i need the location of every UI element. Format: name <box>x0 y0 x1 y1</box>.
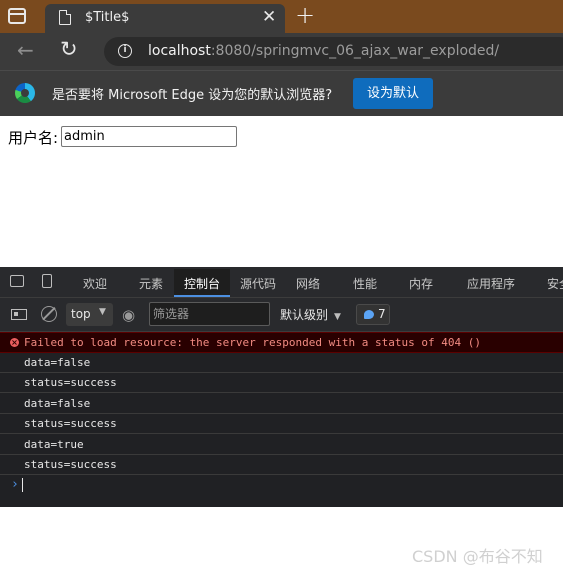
tab-title: $Title$ <box>85 10 130 25</box>
log-text: data=true <box>24 438 84 451</box>
console-log-row[interactable]: status=success <box>0 414 563 434</box>
context-select-value: top <box>71 307 91 321</box>
message-count-badge[interactable]: 7 <box>356 304 390 325</box>
message-count: 7 <box>378 307 386 321</box>
plus-icon[interactable]: + <box>295 3 315 27</box>
chevron-down-icon: ▼ <box>334 312 341 322</box>
inspect-icon[interactable] <box>10 275 24 287</box>
console-log-row[interactable]: status=success <box>0 373 563 393</box>
tab-sources[interactable]: 源代码 <box>240 275 276 292</box>
devtools-tab-bar: 欢迎 元素 控制台 源代码 网络 性能 内存 应用程序 安全 <box>0 267 563 298</box>
close-icon[interactable]: ✕ <box>262 7 276 27</box>
tab-security[interactable]: 安全 <box>547 275 563 292</box>
page-favicon-icon <box>59 10 71 25</box>
log-text: data=false <box>24 356 91 369</box>
url-host: localhost <box>148 43 211 59</box>
console-toolbar: top ▼ ◉ 筛选器 默认级别 ▼ 7 <box>0 298 563 332</box>
clear-console-icon[interactable] <box>41 306 57 322</box>
url-text[interactable]: localhost:8080/springmvc_06_ajax_war_exp… <box>148 43 499 59</box>
log-level-select[interactable]: 默认级别 ▼ <box>280 306 341 323</box>
error-icon: × <box>10 338 19 347</box>
tab-performance[interactable]: 性能 <box>353 275 377 292</box>
refresh-icon[interactable]: ↻ <box>60 37 78 61</box>
console-filter-input[interactable]: 筛选器 <box>149 302 270 326</box>
console-log-row[interactable]: status=success <box>0 455 563 475</box>
infobar-message: 是否要将 Microsoft Edge 设为您的默认浏览器? <box>52 88 333 103</box>
console-input-caret[interactable] <box>22 478 23 492</box>
username-label: 用户名: <box>8 129 59 147</box>
console-output: × Failed to load resource: the server re… <box>0 332 563 566</box>
tab-application[interactable]: 应用程序 <box>467 275 515 292</box>
edge-logo-icon <box>15 83 35 103</box>
info-icon[interactable]: i <box>118 44 132 58</box>
device-toolbar-icon[interactable] <box>42 274 52 288</box>
default-browser-infobar: 是否要将 Microsoft Edge 设为您的默认浏览器? 设为默认 <box>0 70 563 116</box>
devtools-panel: 欢迎 元素 控制台 源代码 网络 性能 内存 应用程序 安全 top ▼ ◉ 筛… <box>0 267 563 566</box>
error-message: Failed to load resource: the server resp… <box>24 336 481 349</box>
context-select[interactable]: top ▼ <box>66 303 113 326</box>
address-bar[interactable]: i localhost:8080/springmvc_06_ajax_war_e… <box>104 37 563 66</box>
username-input[interactable] <box>61 126 237 147</box>
tab-elements[interactable]: 元素 <box>139 275 163 292</box>
console-error-row[interactable]: × Failed to load resource: the server re… <box>0 332 563 353</box>
address-toolbar: ← ↻ i localhost:8080/springmvc_06_ajax_w… <box>0 33 563 70</box>
message-icon <box>364 310 374 319</box>
url-path: :8080/springmvc_06_ajax_war_exploded/ <box>210 43 500 59</box>
console-log-row[interactable]: data=true <box>0 435 563 455</box>
tab-strip: $Title$ ✕ + <box>0 0 563 33</box>
tab-welcome[interactable]: 欢迎 <box>83 275 107 292</box>
tab-actions-icon[interactable] <box>8 8 26 24</box>
tab-console[interactable]: 控制台 <box>184 275 220 292</box>
chevron-down-icon: ▼ <box>99 307 106 317</box>
log-text: data=false <box>24 397 91 410</box>
log-text: status=success <box>24 376 117 389</box>
page-content: 用户名: <box>0 116 563 267</box>
console-log-row[interactable]: data=false <box>0 353 563 373</box>
dock-icon[interactable] <box>11 309 27 320</box>
log-level-value: 默认级别 <box>280 308 329 322</box>
set-default-button[interactable]: 设为默认 <box>353 78 433 109</box>
log-text: status=success <box>24 458 117 471</box>
back-arrow-icon[interactable]: ← <box>17 38 34 62</box>
tab-memory[interactable]: 内存 <box>409 275 433 292</box>
console-log-row[interactable]: data=false <box>0 394 563 414</box>
tab-network[interactable]: 网络 <box>296 275 320 292</box>
console-prompt-icon: › <box>11 477 19 492</box>
browser-tab[interactable]: $Title$ ✕ <box>45 4 285 33</box>
eye-icon[interactable]: ◉ <box>122 306 135 324</box>
log-text: status=success <box>24 417 117 430</box>
watermark: CSDN @布谷不知 <box>412 547 543 566</box>
